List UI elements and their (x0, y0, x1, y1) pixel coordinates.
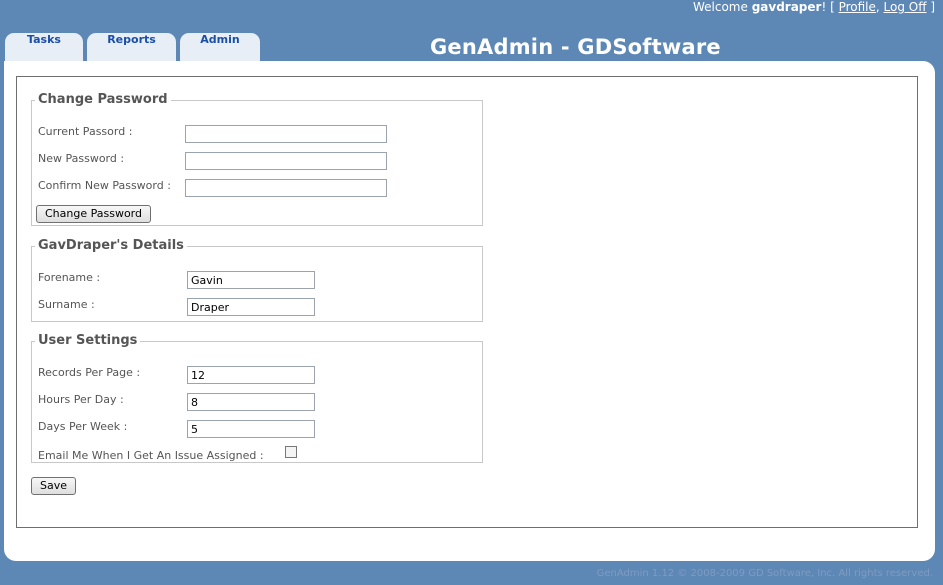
new-password-input[interactable] (185, 152, 387, 170)
save-button[interactable]: Save (31, 477, 77, 495)
close-bracket: ] (926, 0, 935, 14)
content-panel: Change Password Current Passord : New Pa… (4, 61, 935, 561)
days-per-week-input[interactable] (187, 420, 315, 438)
email-on-assign-checkbox[interactable] (285, 446, 297, 458)
welcome-bar: Welcome gavdraper! [ Profile, Log Off ] (693, 0, 935, 16)
change-password-fieldset: Change Password Current Passord : New Pa… (31, 93, 483, 226)
welcome-prefix: Welcome (692, 0, 752, 14)
records-per-page-input[interactable] (187, 366, 315, 384)
logoff-link[interactable]: Log Off (884, 0, 927, 14)
settings-frame: Change Password Current Passord : New Pa… (16, 76, 918, 528)
tab-tasks-label: Tasks (27, 33, 61, 46)
new-password-label: New Password : (38, 152, 125, 165)
user-details-legend: GavDraper's Details (38, 238, 184, 253)
current-password-input[interactable] (185, 125, 387, 143)
surname-input[interactable] (187, 298, 315, 316)
username: gavdraper (751, 0, 822, 14)
change-password-legend: Change Password (38, 92, 168, 107)
current-password-label: Current Passord : (38, 125, 133, 138)
link-separator: , (875, 0, 884, 14)
tab-reports-label: Reports (107, 33, 156, 46)
forename-label: Forename : (38, 271, 101, 284)
tab-admin[interactable]: Admin (180, 33, 260, 61)
hours-per-day-input[interactable] (187, 393, 315, 411)
footer-copyright: GenAdmin 1.12 © 2008-2009 GD Software, I… (596, 568, 933, 579)
tab-admin-label: Admin (200, 33, 240, 46)
days-per-week-label: Days Per Week : (38, 420, 128, 433)
user-details-fieldset: GavDraper's Details Forename : Surname : (31, 239, 483, 322)
hours-per-day-label: Hours Per Day : (38, 393, 124, 406)
tab-tasks[interactable]: Tasks (5, 33, 83, 61)
forename-input[interactable] (187, 271, 315, 289)
records-per-page-label: Records Per Page : (38, 366, 141, 379)
confirm-password-input[interactable] (185, 179, 387, 197)
change-password-button[interactable]: Change Password (36, 205, 151, 223)
user-settings-legend: User Settings (38, 333, 138, 348)
app-title: GenAdmin - GDSoftware (430, 35, 721, 59)
user-settings-fieldset: User Settings Records Per Page : Hours P… (31, 334, 483, 463)
email-on-assign-label: Email Me When I Get An Issue Assigned : (38, 449, 264, 462)
confirm-password-label: Confirm New Password : (38, 179, 171, 192)
welcome-suffix: ! [ (821, 0, 839, 14)
surname-label: Surname : (38, 298, 95, 311)
profile-link[interactable]: Profile (839, 0, 876, 14)
tab-reports[interactable]: Reports (87, 33, 176, 61)
